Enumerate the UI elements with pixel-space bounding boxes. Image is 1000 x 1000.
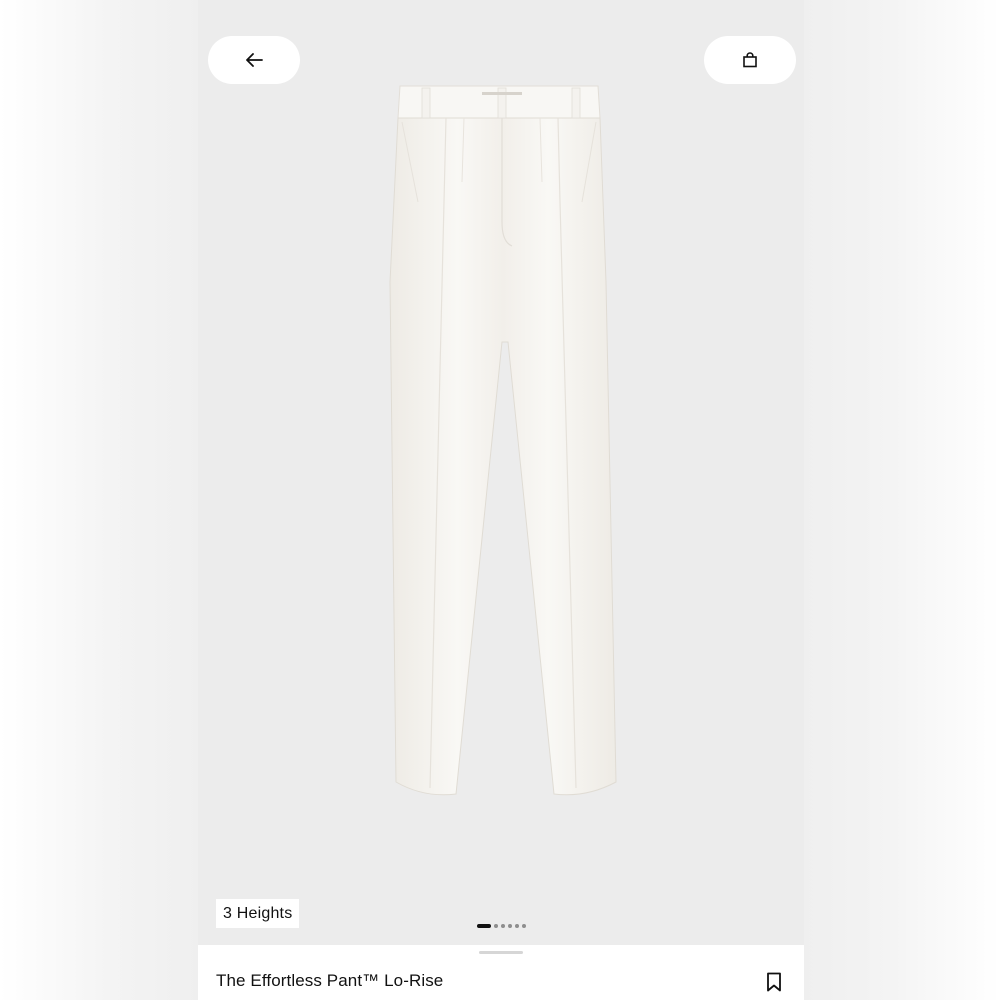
arrow-left-icon <box>246 53 263 67</box>
back-button[interactable] <box>208 36 300 84</box>
carousel-dot[interactable] <box>508 924 512 928</box>
product-info-sheet[interactable]: The Effortless Pant™ Lo-Rise <box>198 945 804 1000</box>
backdrop-right <box>804 0 1000 1000</box>
product-image <box>389 85 617 796</box>
shopping-bag-icon <box>743 52 757 68</box>
carousel-dot[interactable] <box>522 924 526 928</box>
carousel-dot[interactable] <box>515 924 519 928</box>
carousel-dot[interactable] <box>501 924 505 928</box>
product-detail-page: 3 Heights The Effortless Pant™ Lo-Rise <box>198 0 804 1000</box>
carousel-dot[interactable] <box>494 924 498 928</box>
bookmark-icon[interactable] <box>766 972 782 992</box>
product-title: The Effortless Pant™ Lo-Rise <box>216 971 444 990</box>
sheet-drag-handle[interactable] <box>479 951 523 954</box>
heights-badge: 3 Heights <box>216 899 300 928</box>
carousel-dot-active[interactable] <box>477 924 491 928</box>
shopping-bag-button[interactable] <box>704 36 796 84</box>
backdrop-left <box>0 0 198 1000</box>
app-screen: 3 Heights The Effortless Pant™ Lo-Rise <box>0 0 1000 1000</box>
product-image-carousel[interactable]: 3 Heights <box>198 0 804 945</box>
carousel-dots <box>477 923 526 929</box>
